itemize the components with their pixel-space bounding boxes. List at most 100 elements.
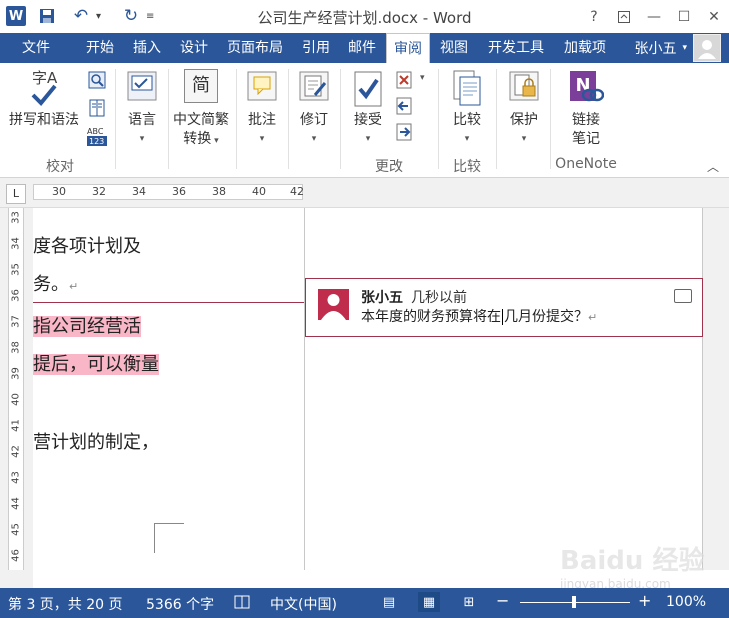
text-line: 务。↵ xyxy=(33,274,79,295)
close-icon[interactable]: ✕ xyxy=(699,0,729,33)
comment-button[interactable]: 批注 ▾ xyxy=(238,69,286,149)
svg-text:123: 123 xyxy=(89,137,104,146)
vruler-tick: 33 xyxy=(10,211,22,224)
maximize-icon[interactable]: ☐ xyxy=(669,0,699,33)
spelling-grammar-button[interactable]: 字A 拼写和语法 xyxy=(4,69,84,130)
language-button[interactable]: 语言 ▾ xyxy=(118,69,166,149)
comment-balloon[interactable]: 张小五 几秒以前 本年度的财务预算将在 几月份提交？↵ xyxy=(305,278,703,337)
tab-selector[interactable]: L xyxy=(6,184,26,204)
language-label: 语言 xyxy=(128,112,156,128)
word-count[interactable]: 5366 个字 xyxy=(146,594,214,614)
chinese-conversion-label-1: 中文简繁 xyxy=(173,112,229,128)
vruler-tick: 42 xyxy=(10,445,22,458)
comment-author: 张小五 xyxy=(361,290,403,306)
zoom-slider-thumb[interactable] xyxy=(572,596,576,608)
reject-dropdown-icon[interactable]: ▾ xyxy=(420,73,425,83)
vruler-tick: 39 xyxy=(10,367,22,380)
user-dropdown-icon[interactable]: ▾ xyxy=(682,43,687,53)
horizontal-ruler-row: L 30 32 34 36 38 40 42 xyxy=(0,178,729,208)
zoom-in-icon[interactable]: + xyxy=(638,591,651,610)
title-bar: W ↶ ▾ ↻ ≡ 公司生产经营计划.docx - Word ? — ☐ ✕ xyxy=(0,0,729,33)
reply-comment-icon[interactable] xyxy=(674,289,692,303)
tab-file[interactable]: 文件 xyxy=(0,33,72,63)
tab-home[interactable]: 开始 xyxy=(78,33,122,63)
horizontal-ruler[interactable]: 30 32 34 36 38 40 42 xyxy=(33,184,304,200)
comment-icon xyxy=(245,69,279,103)
tab-mailings[interactable]: 邮件 xyxy=(340,33,384,63)
zoom-level[interactable]: 100% xyxy=(666,594,706,610)
group-label-onenote: OneNote xyxy=(555,156,617,172)
vruler-tick: 43 xyxy=(10,471,22,484)
tab-insert[interactable]: 插入 xyxy=(124,33,170,63)
protect-label: 保护 xyxy=(510,112,538,128)
print-layout-icon[interactable]: ▦ xyxy=(418,592,440,612)
help-icon[interactable]: ? xyxy=(579,0,609,33)
compare-icon xyxy=(450,69,484,109)
text-line-highlighted: 指公司经营活 xyxy=(33,316,141,337)
tab-page-layout[interactable]: 页面布局 xyxy=(218,33,292,63)
vruler-tick: 35 xyxy=(10,263,22,276)
research-icon[interactable] xyxy=(88,71,106,93)
tab-addins[interactable]: 加载项 xyxy=(556,33,614,63)
document-area[interactable]: 度各项计划及 务。↵ 指公司经营活 提后，可以衡量 营计划的制定， 张小五 几秒以… xyxy=(33,208,729,588)
word-count-icon[interactable]: ABC 123 xyxy=(86,125,108,151)
collapse-ribbon-icon[interactable]: ︿ xyxy=(707,158,719,175)
ruler-tick: 42 xyxy=(290,185,304,198)
ruler-tick: 30 xyxy=(52,185,66,198)
vertical-ruler[interactable]: 33 34 35 36 37 38 39 40 41 42 43 44 45 4… xyxy=(0,208,33,588)
language-status[interactable]: 中文(中国) xyxy=(270,594,337,614)
protect-button[interactable]: 保护 ▾ xyxy=(500,69,548,149)
user-name[interactable]: 张小五 xyxy=(634,38,676,58)
thesaurus-icon[interactable] xyxy=(88,99,106,121)
text-line: 度各项计划及 xyxy=(33,236,141,257)
read-mode-icon[interactable]: ▤ xyxy=(378,592,400,612)
watermark: Baidu 经验 jingyan.baidu.com xyxy=(560,546,705,591)
document-page[interactable]: 度各项计划及 务。↵ 指公司经营活 提后，可以衡量 营计划的制定， xyxy=(33,208,305,570)
linked-notes-label-1: 链接 xyxy=(572,112,600,128)
page-count[interactable]: 第 3 页，共 20 页 xyxy=(8,594,123,614)
status-bar: 第 3 页，共 20 页 5366 个字 中文(中国) ▤ ▦ ⊞ − + 10… xyxy=(0,588,729,618)
comment-header: 张小五 几秒以前 xyxy=(361,287,467,307)
accept-label: 接受 xyxy=(354,112,382,128)
paragraph-mark: ↵ xyxy=(69,280,79,293)
ruler-tick: 38 xyxy=(212,185,226,198)
language-icon xyxy=(125,69,159,103)
chinese-conversion-button[interactable]: 简 中文简繁 转换 ▾ xyxy=(170,69,232,151)
proofing-status-icon[interactable] xyxy=(234,594,252,614)
reject-icon[interactable] xyxy=(396,71,412,93)
tab-view[interactable]: 视图 xyxy=(432,33,476,63)
crop-mark xyxy=(154,523,184,553)
accept-button[interactable]: 接受 ▾ xyxy=(344,69,392,149)
ribbon-display-options-icon[interactable] xyxy=(609,0,639,33)
chinese-conversion-icon: 简 xyxy=(184,69,218,103)
ruler-tick: 32 xyxy=(92,185,106,198)
tab-review[interactable]: 审阅 xyxy=(386,33,430,64)
vruler-tick: 34 xyxy=(10,237,22,250)
track-changes-button[interactable]: 修订 ▾ xyxy=(290,69,338,149)
group-label-compare: 比较 xyxy=(453,159,481,175)
spelling-grammar-label: 拼写和语法 xyxy=(9,112,79,128)
chinese-conversion-label-2: 转换 xyxy=(183,131,212,147)
ribbon-tab-bar: 文件 开始 插入 设计 页面布局 引用 邮件 审阅 视图 开发工具 加载项 张小… xyxy=(0,33,729,64)
compare-label: 比较 xyxy=(453,112,481,128)
comment-text[interactable]: 本年度的财务预算将在 几月份提交？↵ xyxy=(361,306,597,326)
zoom-out-icon[interactable]: − xyxy=(496,591,509,610)
vruler-tick: 41 xyxy=(10,419,22,432)
next-change-icon[interactable] xyxy=(396,123,412,145)
markup-pane xyxy=(305,208,703,570)
compare-button[interactable]: 比较 ▾ xyxy=(442,69,492,149)
user-avatar[interactable] xyxy=(693,34,721,62)
minimize-icon[interactable]: — xyxy=(639,0,669,33)
web-layout-icon[interactable]: ⊞ xyxy=(458,592,480,612)
tab-developer[interactable]: 开发工具 xyxy=(478,33,554,63)
ruler-tick: 36 xyxy=(172,185,186,198)
linked-notes-button[interactable]: N 链接 笔记 xyxy=(556,69,616,149)
tab-references[interactable]: 引用 xyxy=(294,33,338,63)
text-line-highlighted: 提后，可以衡量 xyxy=(33,354,159,375)
previous-change-icon[interactable] xyxy=(396,97,412,119)
tab-design[interactable]: 设计 xyxy=(172,33,216,63)
track-changes-icon xyxy=(297,69,331,103)
vruler-tick: 45 xyxy=(10,523,22,536)
ruler-tick: 40 xyxy=(252,185,266,198)
vertical-scrollbar[interactable] xyxy=(703,208,729,570)
